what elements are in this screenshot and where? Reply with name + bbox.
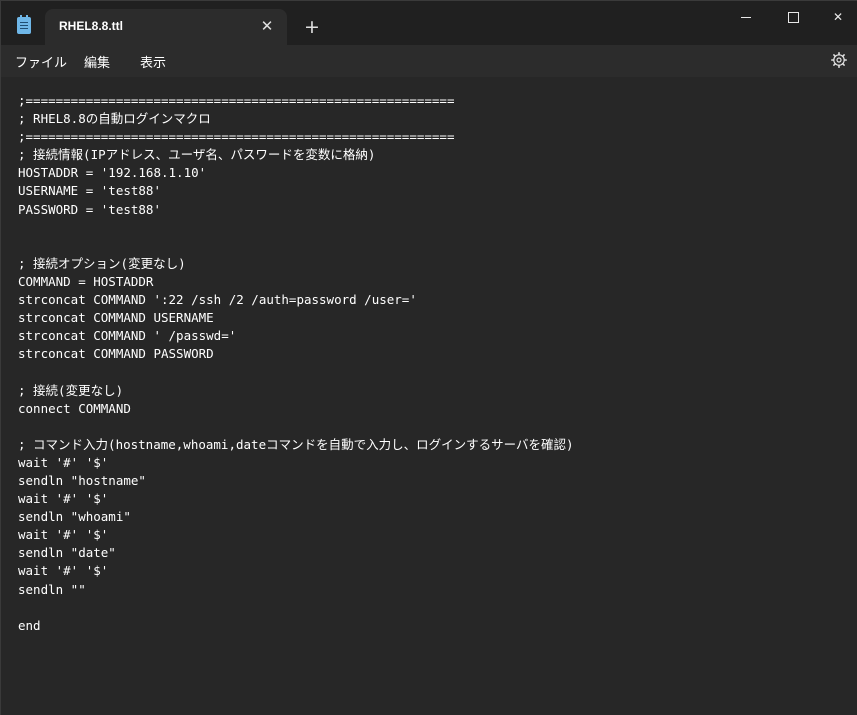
editor-line[interactable]: sendln "date" <box>18 544 574 562</box>
gear-icon[interactable] <box>831 52 847 68</box>
vertical-scrollbar[interactable] <box>850 79 854 713</box>
editor-line[interactable]: sendln "" <box>18 581 574 599</box>
menu-view[interactable]: 表示 <box>140 52 166 71</box>
editor-line[interactable]: ; コマンド入力(hostname,whoami,dateコマンドを自動で入力し… <box>18 436 574 454</box>
editor-line[interactable]: strconcat COMMAND USERNAME <box>18 309 574 327</box>
editor-line[interactable] <box>18 599 574 617</box>
editor-line[interactable]: ;=======================================… <box>18 92 574 110</box>
editor-line[interactable]: wait '#' '$' <box>18 454 574 472</box>
editor-line[interactable]: COMMAND = HOSTADDR <box>18 273 574 291</box>
menu-file[interactable]: ファイル <box>15 52 67 71</box>
notepad-app-icon <box>17 15 31 34</box>
editor-line[interactable]: ; RHEL8.8の自動ログインマクロ <box>18 110 574 128</box>
maximize-icon <box>787 12 799 23</box>
editor-line[interactable]: strconcat COMMAND PASSWORD <box>18 345 574 363</box>
editor-line[interactable]: strconcat COMMAND ' /passwd=' <box>18 327 574 345</box>
close-window-button[interactable]: ✕ <box>815 1 857 33</box>
editor-line[interactable]: sendln "hostname" <box>18 472 574 490</box>
editor-line[interactable]: PASSWORD = 'test88' <box>18 201 574 219</box>
editor-line[interactable]: wait '#' '$' <box>18 526 574 544</box>
editor-line[interactable] <box>18 363 574 381</box>
editor-line[interactable] <box>18 237 574 255</box>
text-editor[interactable]: ;=======================================… <box>1 77 857 715</box>
tab-title: RHEL8.8.ttl <box>59 19 124 33</box>
menu-edit[interactable]: 編集 <box>84 52 110 71</box>
editor-line[interactable]: wait '#' '$' <box>18 490 574 508</box>
title-bar[interactable]: RHEL8.8.ttl ✕ + ✕ <box>1 1 857 45</box>
minimize-icon <box>741 17 751 18</box>
editor-line[interactable]: sendln "whoami" <box>18 508 574 526</box>
editor-line[interactable]: ; 接続オプション(変更なし) <box>18 255 574 273</box>
menu-bar: ファイル 編集 表示 <box>1 45 857 77</box>
editor-line[interactable] <box>18 219 574 237</box>
editor-line[interactable]: strconcat COMMAND ':22 /ssh /2 /auth=pas… <box>18 291 574 309</box>
editor-line[interactable]: USERNAME = 'test88' <box>18 182 574 200</box>
editor-line[interactable]: ; 接続情報(IPアドレス、ユーザ名、パスワードを変数に格納) <box>18 146 574 164</box>
editor-line[interactable]: HOSTADDR = '192.168.1.10' <box>18 164 574 182</box>
maximize-button[interactable] <box>770 1 816 33</box>
editor-line[interactable]: ; 接続(変更なし) <box>18 382 574 400</box>
minimize-button[interactable] <box>723 1 769 33</box>
editor-line[interactable]: wait '#' '$' <box>18 562 574 580</box>
editor-line[interactable] <box>18 418 574 436</box>
editor-content[interactable]: ;=======================================… <box>18 92 574 635</box>
tab-rhel-file[interactable]: RHEL8.8.ttl ✕ <box>45 9 287 45</box>
tab-close-icon[interactable]: ✕ <box>257 16 277 36</box>
editor-line[interactable]: ;=======================================… <box>18 128 574 146</box>
notepad-window: RHEL8.8.ttl ✕ + ✕ ファイル 編集 表示 ;==========… <box>0 0 857 715</box>
new-tab-button[interactable]: + <box>301 16 323 38</box>
editor-line[interactable]: connect COMMAND <box>18 400 574 418</box>
editor-line[interactable]: end <box>18 617 574 635</box>
